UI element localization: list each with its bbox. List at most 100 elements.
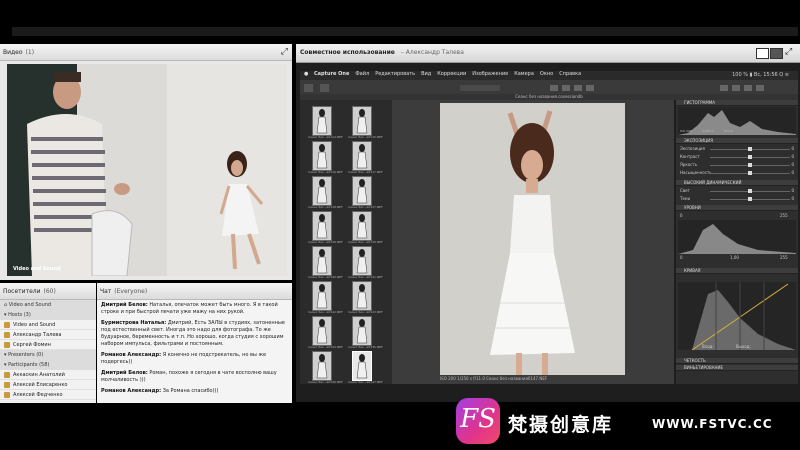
apple-icon[interactable]: ●	[304, 71, 308, 77]
slider-handle[interactable]	[748, 163, 752, 167]
menu-item[interactable]: Камера	[514, 71, 534, 77]
slider-value: 0	[791, 188, 794, 193]
menu-item[interactable]: Изображение	[472, 71, 508, 77]
layout-button[interactable]	[756, 48, 769, 59]
histogram-readout: ISO 200 1/250 s f/11.0	[680, 129, 733, 133]
thumbnail[interactable]	[312, 141, 332, 171]
thumbnail[interactable]	[352, 211, 372, 241]
attendee-label: Video and Sound	[8, 302, 52, 308]
menubar-status: 100 % ▮ Вс, 15:56 Q ≡	[732, 72, 789, 78]
thumbnail[interactable]	[312, 176, 332, 206]
video-pod-count: (1)	[25, 49, 35, 56]
slider-handle[interactable]	[748, 197, 752, 201]
attendee-label: Алексей Федченко	[13, 392, 63, 398]
thumbnail[interactable]	[352, 176, 372, 206]
thumbnail-caption: Сеанс без...a0143.NEF	[348, 310, 383, 314]
attendees-header: Посетители (60)	[0, 283, 96, 300]
curve-input-label: Вход:	[702, 344, 714, 349]
vignetting-header[interactable]: ВИНЬЕТИРОВАНИЕ	[676, 365, 798, 371]
slider-value: 0	[791, 154, 794, 159]
menu-item[interactable]: Вид	[421, 71, 431, 77]
expand-icon[interactable]: ⤢	[785, 47, 792, 57]
thumbnail-caption: Сеанс без...a0118.NEF	[308, 205, 343, 209]
levels-graph	[678, 220, 796, 254]
hdr-header[interactable]: ВЫСОКИЙ ДИНАМИЧЕСКИЙ	[676, 180, 798, 186]
thumbnail[interactable]	[352, 316, 372, 346]
slider-value: 0	[791, 196, 794, 201]
menu-item[interactable]: Коррекции	[437, 71, 466, 77]
slider-handle[interactable]	[748, 147, 752, 151]
chat-title: Чат	[100, 288, 112, 295]
menu-item[interactable]: Редактировать	[375, 71, 415, 77]
slider-handle[interactable]	[748, 189, 752, 193]
curve-header[interactable]: КРИВАЯ	[676, 268, 798, 274]
app-menubar: ● Capture One Файл Редактировать Вид Коррекц…	[300, 71, 798, 80]
slider-handle[interactable]	[748, 171, 752, 175]
attendee-label: Алексей Елисаренко	[13, 382, 68, 388]
app-toolbar	[300, 80, 798, 94]
thumbnail[interactable]	[312, 281, 332, 311]
thumbnail[interactable]	[312, 246, 332, 276]
chat-author: Дмитрий Белов:	[101, 370, 148, 376]
thumbnail[interactable]	[352, 106, 372, 136]
slider-row[interactable]: Экспозиция 0	[680, 146, 794, 152]
photo-scene	[440, 103, 625, 375]
menu-item[interactable]: Capture One	[314, 71, 349, 77]
thumbnail[interactable]	[352, 351, 372, 381]
thumbnail-caption: Сеанс без...a0146.NEF	[308, 380, 343, 384]
menu-item[interactable]: Справка	[559, 71, 581, 77]
attendee-label: Александр Талева	[13, 332, 62, 338]
full-screen-button[interactable]	[770, 48, 783, 59]
thumbnail[interactable]	[352, 141, 372, 171]
user-icon	[4, 342, 10, 348]
attendee-label: Presenters (0)	[8, 352, 44, 358]
menu-item[interactable]: Окно	[540, 71, 553, 77]
image-browser: Сеанс без...a0114.NEF Сеанс без...a0115.N…	[300, 100, 392, 384]
levels-value: 1,00	[730, 255, 739, 260]
attendee-item[interactable]: Александр Талева	[0, 330, 96, 340]
thumbnail[interactable]	[312, 106, 332, 136]
attendee-group[interactable]: ▾ Participants (58)	[0, 360, 96, 370]
toolbar-icons	[304, 84, 764, 92]
thumbnail-caption: Сеанс без...a0114.NEF	[308, 135, 343, 139]
attendee-item[interactable]: Video and Sound	[0, 320, 96, 330]
menu-items: Capture One Файл Редактировать Вид Коррекции…	[300, 71, 587, 77]
video-pod: Видео (1) ⤢ Video and Sound	[0, 44, 292, 280]
slider-row[interactable]: Яркость 0	[680, 162, 794, 168]
slider-row[interactable]: Свет 0	[680, 188, 794, 194]
fullscreen-icon[interactable]: ⤢	[281, 47, 288, 57]
attendee-group[interactable]: ▾ Presenters (0)	[0, 350, 96, 360]
brand-logo: FS	[456, 398, 500, 444]
attendee-group[interactable]: ▾ Hosts (3)	[0, 310, 96, 320]
share-title-wrap: Совместное использование – Александр Тале…	[300, 49, 464, 56]
thumbnail[interactable]	[352, 246, 372, 276]
share-header: Совместное использование – Александр Тале…	[296, 44, 800, 63]
menu-item[interactable]: Файл	[355, 71, 369, 77]
sharpness-header[interactable]: ЧЕТКОСТЬ	[676, 358, 798, 364]
brand-logo-text: FS	[460, 404, 496, 434]
thumbnail[interactable]	[352, 281, 372, 311]
attendee-item[interactable]: Алексей Федченко	[0, 390, 96, 400]
share-title: Совместное использование	[300, 49, 395, 56]
slider-row[interactable]: Контраст 0	[680, 154, 794, 160]
chat-scope[interactable]: (Everyone)	[114, 288, 147, 295]
attendee-item[interactable]: Алексей Елисаренко	[0, 380, 96, 390]
histogram-header[interactable]: ГИСТОГРАММА	[676, 100, 798, 106]
exposure-header[interactable]: ЭКСПОЗИЦИЯ	[676, 138, 798, 144]
thumbnail[interactable]	[312, 211, 332, 241]
thumbnail-caption: Сеанс без...a0137.NEF	[348, 205, 383, 209]
chat-author: Бурмистрова Наталья:	[101, 320, 167, 326]
slider-row[interactable]: Насыщенность 0	[680, 170, 794, 176]
levels-header[interactable]: УРОВНИ	[676, 205, 798, 211]
attendee-group[interactable]: ⌂ Video and Sound	[0, 300, 96, 310]
attendee-item[interactable]: Сергей Фомин	[0, 340, 96, 350]
video-scene	[7, 64, 287, 276]
thumbnail-caption: Сеанс без...a0116.NEF	[308, 170, 343, 174]
slider-row[interactable]: Тени 0	[680, 196, 794, 202]
thumbnail[interactable]	[312, 316, 332, 346]
thumbnail[interactable]	[312, 351, 332, 381]
slider-handle[interactable]	[748, 155, 752, 159]
thumbnail-caption: Сеанс без...a0140.NEF	[308, 275, 343, 279]
attendee-item[interactable]: Аккаскин Анатолий	[0, 370, 96, 380]
thumbnail-caption: Сеанс без...a0142.NEF	[308, 310, 343, 314]
